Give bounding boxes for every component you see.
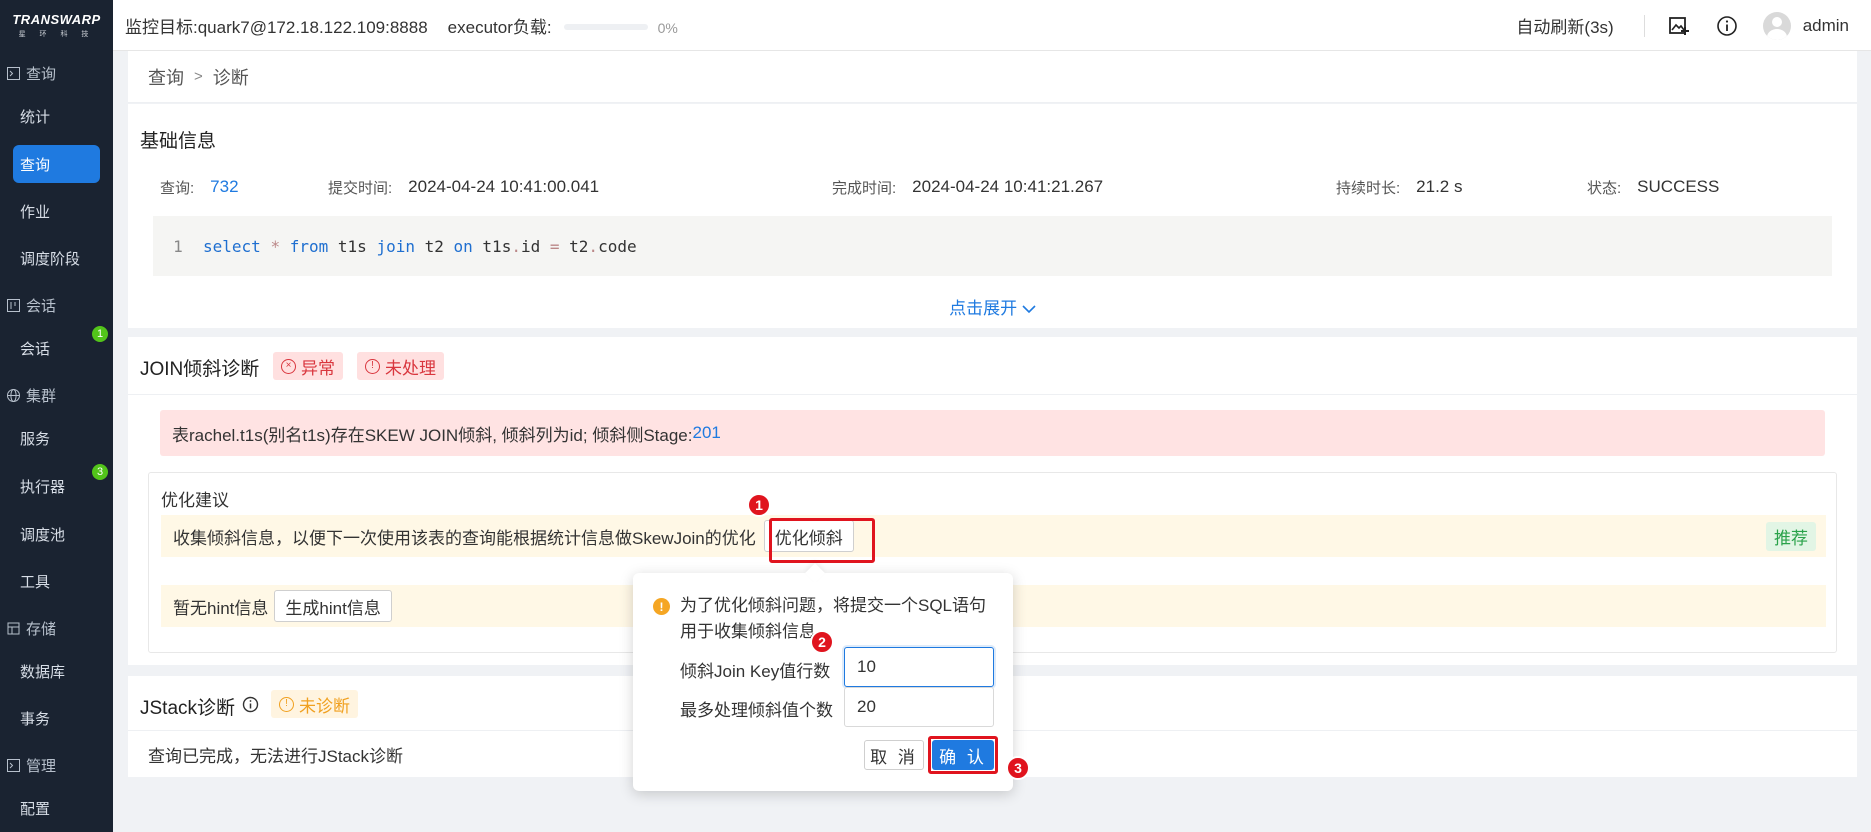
step-badge-1: 1	[747, 493, 771, 517]
max-skew-values-input[interactable]	[844, 687, 994, 727]
terminal-icon	[6, 66, 20, 80]
info-status: 状态: SUCCESS	[1587, 177, 1720, 197]
sidebar: TRANSWARP 星 环 科 技 查询 统计 查询 作业 调度阶段 会话 会话…	[0, 0, 113, 832]
sidebar-item-tools[interactable]: 工具	[0, 561, 113, 601]
expand-link[interactable]: 点击展开	[128, 294, 1857, 319]
jstack-message: 查询已完成，无法进行JStack诊断	[148, 747, 404, 766]
info-query: 查询: 732	[160, 177, 239, 197]
not-diagnosed-tag: ! 未诊断	[271, 690, 358, 718]
info-submit-time: 提交时间: 2024-04-24 10:41:00.041	[328, 177, 600, 197]
highlight-confirm	[928, 736, 998, 774]
generate-hint-button[interactable]: 生成hint信息	[274, 590, 392, 622]
stage-link[interactable]: 201	[692, 423, 720, 443]
header-divider	[1643, 14, 1645, 37]
optimization-row-skew: 收集倾斜信息，以便下一次使用该表的查询能根据统计信息做SkewJoin的优化 优…	[161, 515, 1826, 557]
question-info-icon[interactable]	[242, 696, 259, 718]
exclamation-circle-icon: !	[365, 358, 380, 374]
nav-group-session[interactable]: 会话	[0, 285, 113, 325]
sidebar-item-config[interactable]: 配置	[0, 788, 113, 828]
monitor-target: 监控目标:quark7@172.18.122.109:8888	[125, 17, 428, 37]
sidebar-item-stats[interactable]: 统计	[0, 96, 113, 136]
optimization-title: 优化建议	[161, 491, 229, 510]
executor-load-bar	[563, 24, 648, 30]
cancel-button[interactable]: 取 消	[864, 740, 924, 770]
sidebar-item-query[interactable]: 查询	[13, 145, 100, 183]
top-header: 监控目标:quark7@172.18.122.109:8888 executor…	[113, 0, 1871, 51]
nav-group-admin[interactable]: 管理	[0, 745, 113, 785]
executor-load-percent: 0%	[657, 20, 678, 36]
auto-refresh-toggle[interactable]: 自动刷新(3s)	[1516, 13, 1613, 38]
exclamation-circle-icon: !	[279, 696, 294, 712]
popover-message: 为了优化倾斜问题，将提交一个SQL语句用于收集倾斜信息	[680, 596, 987, 641]
username[interactable]: admin	[1803, 16, 1849, 36]
sidebar-item-transactions[interactable]: 事务	[0, 698, 113, 738]
unhandled-tag: ! 未处理	[357, 352, 444, 380]
image-add-icon[interactable]	[1667, 14, 1691, 38]
warning-icon: !	[653, 598, 670, 615]
step-badge-3: 3	[1006, 756, 1030, 780]
abnormal-tag: × 异常	[273, 352, 343, 380]
executor-load-label: executor负载:	[447, 17, 552, 37]
skew-alert: 表rachel.t1s(别名t1s)存在SKEW JOIN倾斜, 倾斜列为id;…	[160, 410, 1825, 456]
nav-group-cluster[interactable]: 集群	[0, 375, 113, 415]
session-icon	[6, 298, 20, 312]
query-id-link[interactable]: 732	[210, 177, 238, 197]
breadcrumb-parent[interactable]: 查询	[148, 64, 184, 90]
breadcrumb: 查询 > 诊断	[128, 51, 1857, 103]
sidebar-item-services[interactable]: 服务	[0, 418, 113, 458]
sessions-count-badge: 1	[92, 326, 108, 342]
max-skew-values-label: 最多处理倾斜值个数	[680, 701, 833, 720]
sidebar-item-stages[interactable]: 调度阶段	[0, 238, 113, 278]
basic-info-title: 基础信息	[140, 131, 217, 152]
recommended-tag: 推荐	[1766, 522, 1816, 551]
skew-key-rows-label: 倾斜Join Key值行数	[680, 662, 831, 681]
nav-group-storage[interactable]: 存储	[0, 608, 113, 648]
sidebar-item-jobs[interactable]: 作业	[0, 191, 113, 231]
close-circle-icon: ×	[281, 358, 296, 374]
highlight-optimize-skew	[769, 518, 875, 563]
avatar[interactable]	[1762, 11, 1791, 40]
transwarp-logo[interactable]: TRANSWARP 星 环 科 技	[0, 0, 113, 51]
code-line-number: 1	[173, 236, 183, 256]
skew-key-rows-input[interactable]	[844, 647, 994, 687]
sidebar-item-databases[interactable]: 数据库	[0, 651, 113, 691]
chevron-down-icon	[1022, 299, 1036, 318]
info-icon[interactable]	[1715, 14, 1739, 38]
info-duration: 持续时长: 21.2 s	[1336, 177, 1463, 197]
breadcrumb-separator: >	[194, 68, 203, 85]
breadcrumb-current: 诊断	[212, 67, 249, 88]
terminal-icon	[6, 758, 20, 772]
sidebar-item-pools[interactable]: 调度池	[0, 514, 113, 554]
basic-info-card: 基础信息 查询: 732 提交时间: 2024-04-24 10:41:00.0…	[128, 104, 1857, 328]
database-icon	[6, 621, 20, 635]
jstack-title: JStack诊断	[140, 698, 236, 719]
executors-count-badge: 3	[92, 464, 108, 480]
globe-icon	[6, 388, 20, 402]
join-skew-header: JOIN倾斜诊断 × 异常 ! 未处理	[128, 337, 1857, 395]
step-badge-2: 2	[810, 630, 834, 654]
join-skew-title: JOIN倾斜诊断	[140, 359, 260, 380]
sql-text: select * from t1s join t2 on t1s.id = t2…	[203, 236, 637, 256]
sidebar-item-sessions[interactable]: 会话 1	[0, 326, 113, 368]
nav-group-query[interactable]: 查询	[0, 53, 113, 93]
sidebar-item-executors[interactable]: 执行器 3	[0, 464, 113, 506]
info-finish-time: 完成时间: 2024-04-24 10:41:21.267	[832, 177, 1104, 197]
sql-code-block: 1 select * from t1s join t2 on t1s.id = …	[153, 216, 1832, 276]
confirm-popover: ! 为了优化倾斜问题，将提交一个SQL语句用于收集倾斜信息 倾斜Join Key…	[633, 563, 1013, 791]
